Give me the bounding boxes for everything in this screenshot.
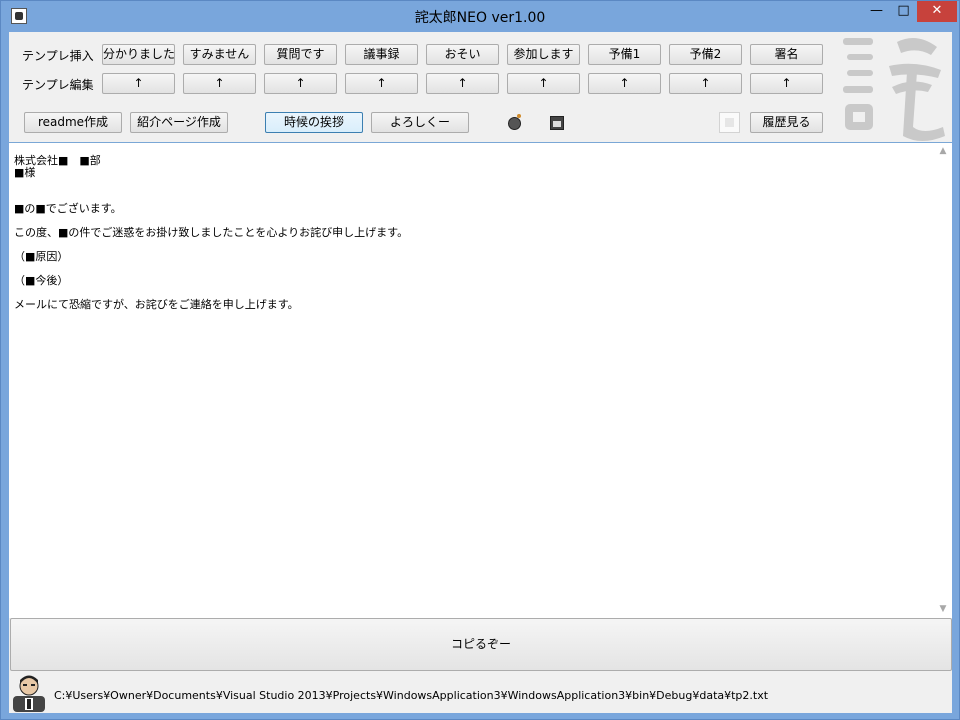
insert-button-5[interactable]: おそい: [426, 44, 499, 65]
vertical-scrollbar[interactable]: ▲ ▼: [935, 143, 952, 617]
avatar-icon: [11, 672, 47, 712]
option-checkbox[interactable]: [719, 112, 740, 133]
editor-text[interactable]: 株式会社■ ■部 ■様 ■の■でございます。 この度、■の件でご迷惑をお掛け致し…: [14, 155, 924, 311]
copy-button[interactable]: コピるぞー: [10, 618, 952, 671]
message-editor[interactable]: 株式会社■ ■部 ■様 ■の■でございます。 この度、■の件でご迷惑をお掛け致し…: [9, 142, 952, 618]
editor-line: ■様: [14, 166, 36, 179]
close-button[interactable]: ✕: [917, 1, 957, 22]
editor-line: ■の■でございます。: [14, 202, 122, 215]
editor-line: 株式会社■ ■部: [14, 154, 101, 167]
window-title: 詫太郎NEO ver1.00: [414, 10, 546, 26]
scroll-down-icon[interactable]: ▼: [938, 604, 948, 614]
insert-button-9[interactable]: 署名: [750, 44, 823, 65]
editor-line: この度、■の件でご迷惑をお掛け致しましたことを心よりお詫び申し上げます。: [14, 226, 409, 239]
edit-button-4[interactable]: ↑: [345, 73, 418, 94]
insert-button-2[interactable]: すみません: [183, 44, 256, 65]
edit-button-8[interactable]: ↑: [669, 73, 742, 94]
editor-line: メールにて恐縮ですが、お詫びをご連絡を申し上げます。: [14, 298, 299, 311]
insert-button-3[interactable]: 質問です: [264, 44, 337, 65]
file-path-label: C:¥Users¥Owner¥Documents¥Visual Studio 2…: [54, 689, 769, 702]
logo-text: 詫: [897, 138, 898, 141]
intro-page-button[interactable]: 紹介ページ作成: [130, 112, 228, 133]
editor-line: （■今後）: [14, 274, 69, 287]
maximize-button[interactable]: □: [890, 1, 917, 22]
edit-button-7[interactable]: ↑: [588, 73, 661, 94]
edit-button-9[interactable]: ↑: [750, 73, 823, 94]
yoroshiku-button[interactable]: よろしくー: [371, 112, 469, 133]
insert-button-8[interactable]: 予備2: [669, 44, 742, 65]
window-icon[interactable]: [550, 116, 564, 130]
scroll-up-icon[interactable]: ▲: [938, 146, 948, 156]
edit-button-6[interactable]: ↑: [507, 73, 580, 94]
edit-button-2[interactable]: ↑: [183, 73, 256, 94]
editor-line: （■原因）: [14, 250, 69, 263]
edit-button-3[interactable]: ↑: [264, 73, 337, 94]
readme-button[interactable]: readme作成: [24, 112, 122, 133]
client-area: テンプレ挿入 分かりました すみません 質問です 議事録 おそい 参加します 予…: [9, 32, 952, 713]
edit-button-1[interactable]: ↑: [102, 73, 175, 94]
insert-button-4[interactable]: 議事録: [345, 44, 418, 65]
minimize-button[interactable]: —: [863, 1, 890, 22]
template-insert-label: テンプレ挿入: [22, 49, 94, 63]
template-edit-label: テンプレ編集: [22, 78, 94, 92]
logo-kanji: 詫: [837, 32, 952, 144]
history-button[interactable]: 履歴見る: [750, 112, 823, 133]
edit-button-5[interactable]: ↑: [426, 73, 499, 94]
insert-button-6[interactable]: 参加します: [507, 44, 580, 65]
insert-button-7[interactable]: 予備1: [588, 44, 661, 65]
seasonal-greeting-button[interactable]: 時候の挨拶: [265, 112, 363, 133]
title-bar[interactable]: 詫太郎NEO ver1.00 — □ ✕: [1, 1, 959, 31]
insert-button-1[interactable]: 分かりました: [102, 44, 175, 65]
bomb-icon[interactable]: [508, 114, 521, 130]
app-window: 詫太郎NEO ver1.00 — □ ✕ テンプレ挿入 分かりました すみません…: [0, 0, 960, 720]
